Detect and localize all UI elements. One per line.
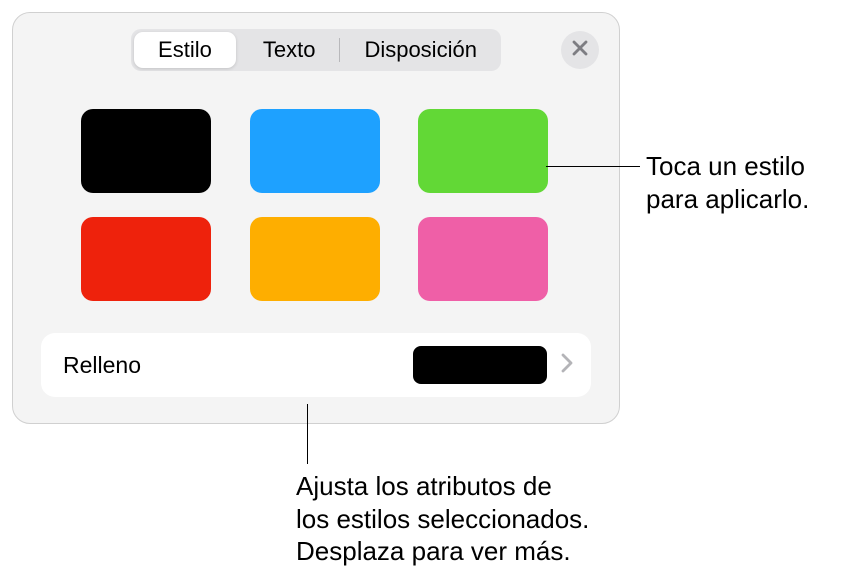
tab-text[interactable]: Texto bbox=[239, 29, 340, 71]
fill-color-preview bbox=[413, 346, 547, 384]
tab-text-label: Texto bbox=[263, 37, 316, 63]
callout-leader-line-top bbox=[546, 166, 640, 167]
tab-style[interactable]: Estilo bbox=[134, 32, 236, 68]
chevron-right-icon bbox=[561, 353, 573, 378]
tab-style-label: Estilo bbox=[158, 37, 212, 63]
callout-bottom: Ajusta los atributos de los estilos sele… bbox=[296, 470, 589, 568]
callout-bottom-text-3: Desplaza para ver más. bbox=[296, 535, 589, 568]
fill-row[interactable]: Relleno bbox=[41, 333, 591, 397]
style-swatch-green[interactable] bbox=[418, 109, 548, 193]
style-swatch-grid bbox=[13, 79, 619, 327]
style-swatch-black[interactable] bbox=[81, 109, 211, 193]
style-swatch-pink[interactable] bbox=[418, 217, 548, 301]
fill-label: Relleno bbox=[63, 352, 413, 379]
tab-bar: Estilo Texto Disposición bbox=[131, 29, 501, 71]
close-icon bbox=[571, 39, 589, 62]
callout-bottom-text-1: Ajusta los atributos de bbox=[296, 470, 589, 503]
style-swatch-orange[interactable] bbox=[250, 217, 380, 301]
tab-layout-label: Disposición bbox=[364, 37, 477, 63]
format-panel: Estilo Texto Disposición bbox=[12, 12, 620, 424]
close-button[interactable] bbox=[561, 31, 599, 69]
callout-top: Toca un estilo para aplicarlo. bbox=[646, 150, 809, 215]
callout-top-text-1: Toca un estilo bbox=[646, 150, 809, 183]
tab-layout[interactable]: Disposición bbox=[340, 29, 501, 71]
style-swatch-red[interactable] bbox=[81, 217, 211, 301]
callout-bottom-text-2: los estilos seleccionados. bbox=[296, 503, 589, 536]
style-swatch-blue[interactable] bbox=[250, 109, 380, 193]
callout-leader-line-bottom bbox=[307, 404, 308, 464]
panel-header: Estilo Texto Disposición bbox=[13, 13, 619, 79]
callout-top-text-2: para aplicarlo. bbox=[646, 183, 809, 216]
